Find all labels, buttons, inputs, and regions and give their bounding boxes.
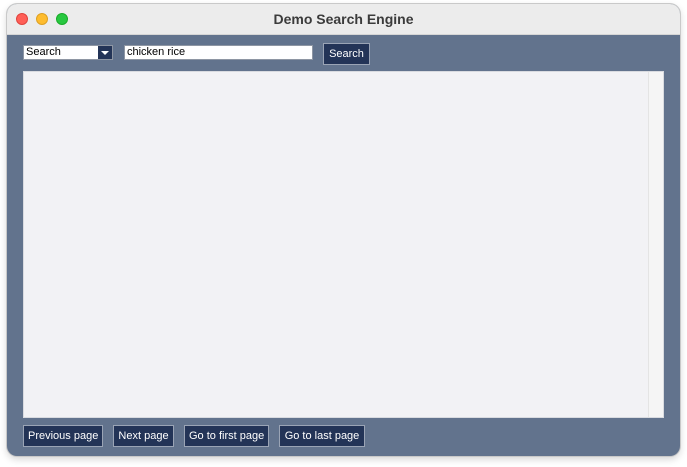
title-bar[interactable]: Demo Search Engine <box>7 4 680 35</box>
results-scrollbar[interactable] <box>648 72 663 417</box>
search-button[interactable]: Search <box>323 43 370 65</box>
window-title: Demo Search Engine <box>273 11 414 27</box>
results-pane[interactable] <box>23 71 664 418</box>
app-window: Demo Search Engine Search chicken rice S… <box>7 4 680 456</box>
last-page-button[interactable]: Go to last page <box>279 425 365 447</box>
search-input-value: chicken rice <box>127 46 186 58</box>
search-mode-dropdown[interactable]: Search <box>23 45 113 60</box>
next-page-button[interactable]: Next page <box>113 425 174 447</box>
chevron-down-icon[interactable] <box>98 46 112 59</box>
search-mode-value: Search <box>26 46 61 58</box>
first-page-button[interactable]: Go to first page <box>184 425 269 447</box>
previous-page-button[interactable]: Previous page <box>23 425 103 447</box>
search-input[interactable]: chicken rice <box>124 45 313 60</box>
